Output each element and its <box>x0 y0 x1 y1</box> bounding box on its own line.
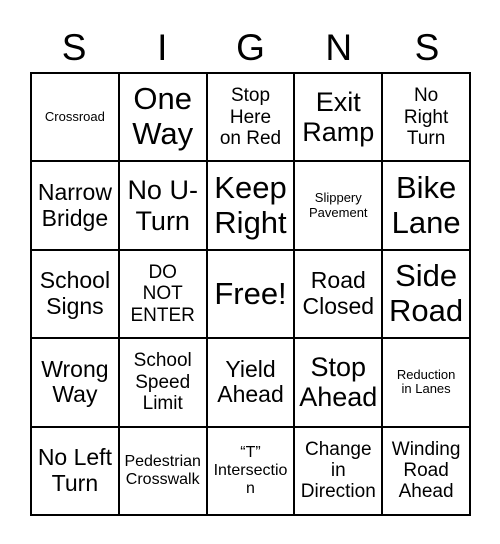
bingo-cell-label: No U- Turn <box>127 175 198 236</box>
bingo-cell-label: Stop Here on Red <box>219 85 282 149</box>
bingo-cell-r4c5[interactable]: Reduction in Lanes <box>383 339 471 428</box>
bingo-cell-label: Change in Direction <box>300 438 376 503</box>
bingo-cell-label: School Speed Limit <box>133 350 192 415</box>
bingo-cell-label: One Way <box>132 81 194 152</box>
bingo-cell-r4c1[interactable]: Wrong Way <box>32 339 120 428</box>
bingo-header: S I G N S <box>30 22 471 72</box>
bingo-cell-label: No Left Turn <box>37 444 112 496</box>
bingo-cell-r3c5[interactable]: Side Road <box>383 250 471 340</box>
header-letter-1: S <box>61 26 87 68</box>
bingo-cell-label: Reduction in Lanes <box>396 366 456 397</box>
bingo-cell-r1c4[interactable]: Exit Ramp <box>295 74 384 163</box>
bingo-cell-r3c1[interactable]: School Signs <box>32 250 120 340</box>
bingo-cell-r5c4[interactable]: Change in Direction <box>295 427 384 516</box>
header-letter-4: N <box>325 26 353 68</box>
bingo-cell-r1c5[interactable]: No Right Turn <box>383 74 471 163</box>
bingo-cell-label: Narrow Bridge <box>37 178 112 231</box>
bingo-cell-r2c1[interactable]: Narrow Bridge <box>32 162 120 251</box>
header-letter-3: G <box>236 26 265 68</box>
bingo-cell-r3c4[interactable]: Road Closed <box>295 250 384 340</box>
bingo-cell-label: Keep Right <box>214 169 287 240</box>
bingo-cell-r2c3[interactable]: Keep Right <box>207 162 296 251</box>
header-letter-5: S <box>414 26 440 68</box>
bingo-cell-label: DO NOT ENTER <box>130 262 195 326</box>
bingo-cell-label: Bike Lane <box>391 169 461 240</box>
bingo-cell-r5c2[interactable]: Pedestrian Crosswalk <box>119 427 208 516</box>
bingo-cell-label: Side Road <box>389 258 464 328</box>
bingo-cell-r4c4[interactable]: Stop Ahead <box>295 339 384 428</box>
bingo-cell-r2c2[interactable]: No U- Turn <box>119 162 208 251</box>
bingo-cell-r2c5[interactable]: Bike Lane <box>383 162 471 251</box>
bingo-cell-label: Stop Ahead <box>299 352 378 413</box>
bingo-cell-label: Pedestrian Crosswalk <box>124 452 201 488</box>
bingo-cell-r5c3[interactable]: “T” Intersection <box>207 427 296 516</box>
bingo-cell-label: Slippery Pavement <box>309 190 368 220</box>
bingo-cell-r1c1[interactable]: Crossroad <box>32 74 120 163</box>
bingo-cell-label: Wrong Way <box>41 355 109 408</box>
bingo-cell-r2c4[interactable]: Slippery Pavement <box>295 162 384 251</box>
bingo-cell-label: No Right Turn <box>403 85 449 149</box>
header-letter-2: I <box>157 26 168 68</box>
bingo-cell-label: Yield Ahead <box>217 355 284 408</box>
bingo-cell-r4c2[interactable]: School Speed Limit <box>119 339 208 428</box>
bingo-cell-r1c3[interactable]: Stop Here on Red <box>207 74 296 163</box>
bingo-cell-r1c2[interactable]: One Way <box>119 74 208 163</box>
bingo-cell-free-space[interactable]: Free! <box>207 250 296 340</box>
bingo-cell-label: Winding Road Ahead <box>391 438 461 503</box>
bingo-cell-label: School Signs <box>39 267 111 319</box>
bingo-cell-label: Free! <box>214 275 287 311</box>
bingo-card: S I G N S Crossroad One Way Stop Here on… <box>0 0 500 544</box>
bingo-grid: Crossroad One Way Stop Here on Red Exit … <box>30 72 471 516</box>
bingo-cell-r5c5[interactable]: Winding Road Ahead <box>383 427 471 516</box>
bingo-cell-r3c2[interactable]: DO NOT ENTER <box>119 250 208 340</box>
bingo-cell-r4c3[interactable]: Yield Ahead <box>207 339 296 428</box>
bingo-cell-label: Road Closed <box>302 267 375 319</box>
bingo-cell-label: “T” Intersection <box>213 443 288 497</box>
bingo-cell-label: Crossroad <box>44 108 105 124</box>
bingo-cell-r5c1[interactable]: No Left Turn <box>32 427 120 516</box>
bingo-cell-label: Exit Ramp <box>302 86 375 148</box>
